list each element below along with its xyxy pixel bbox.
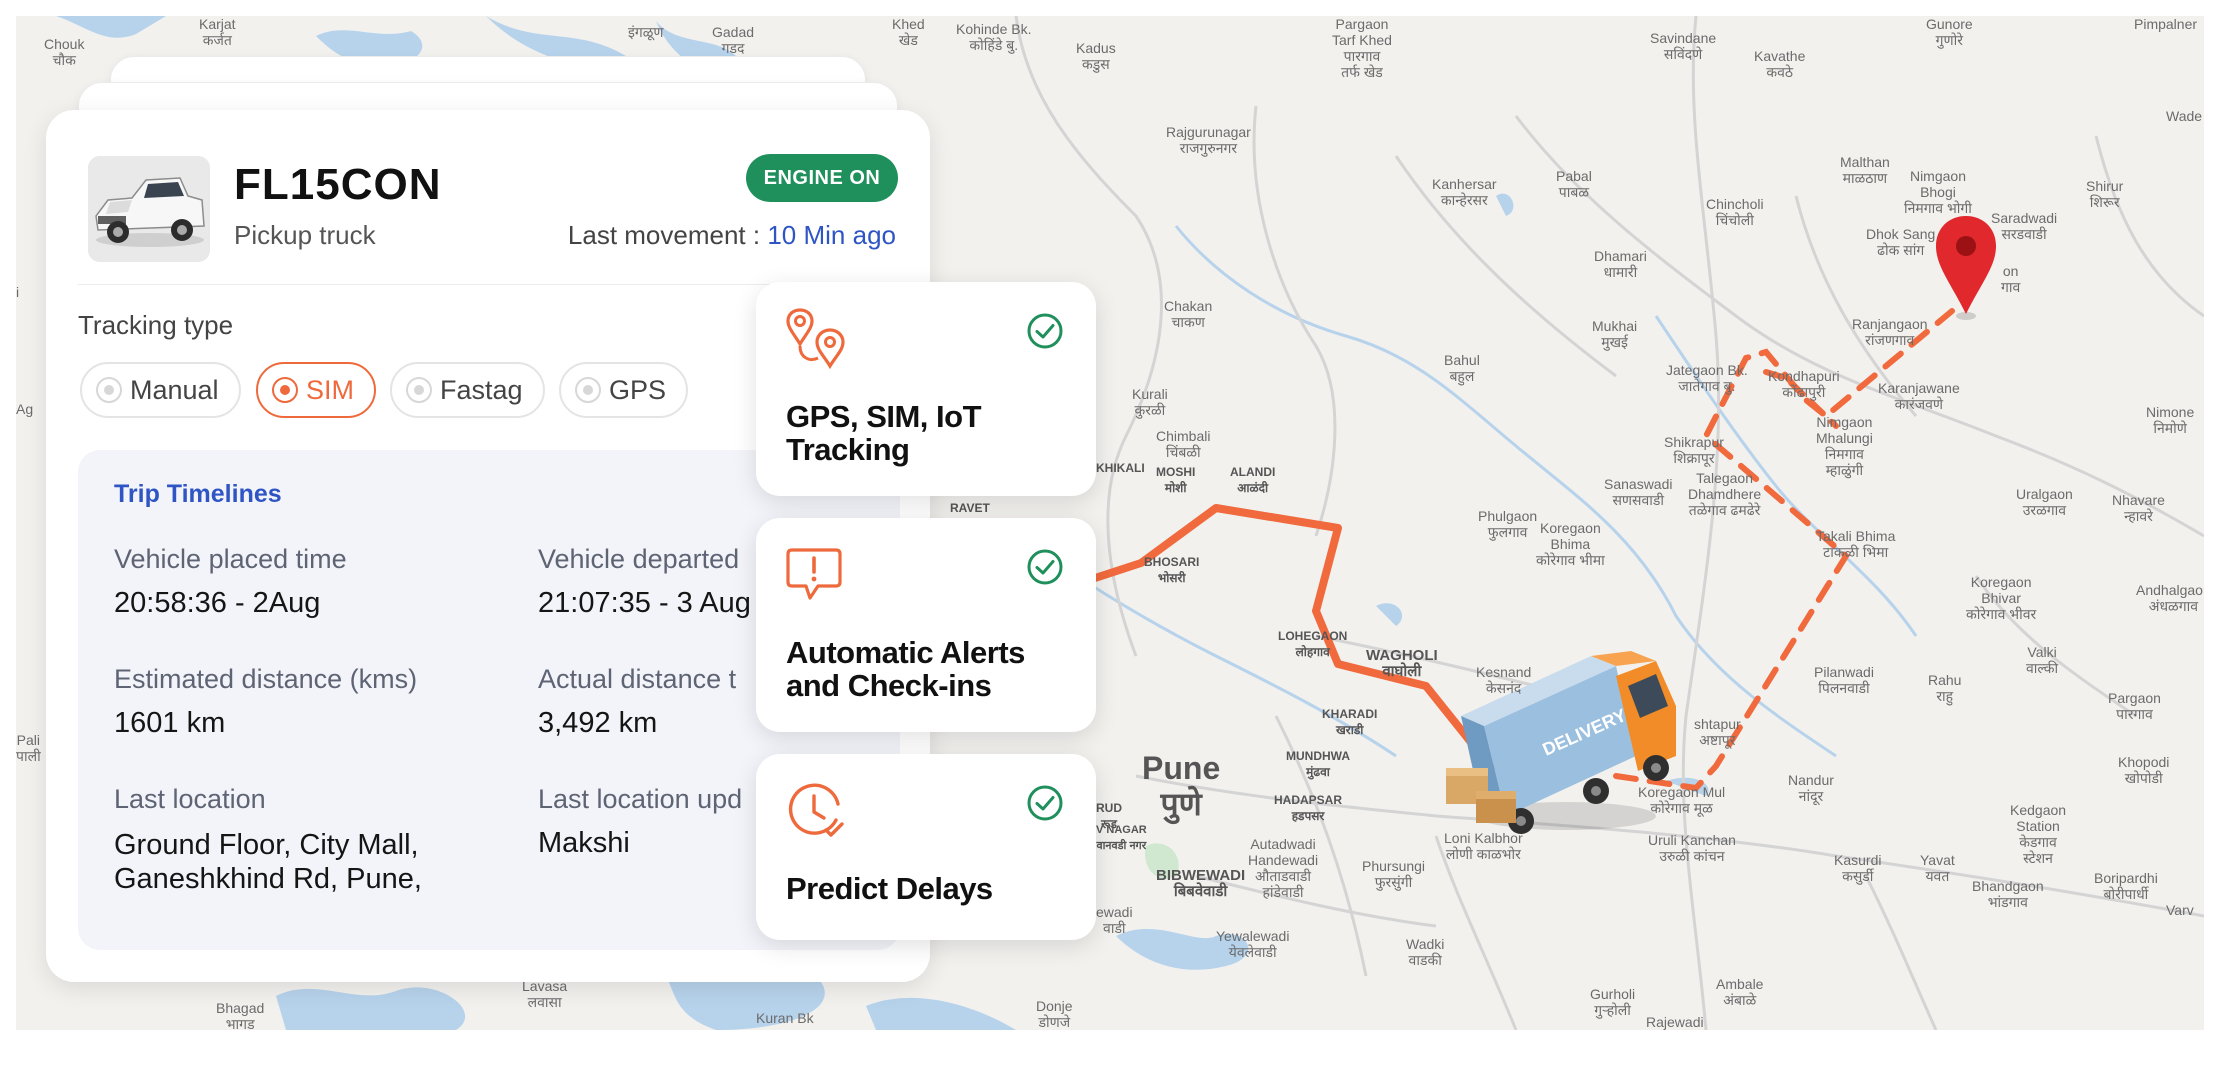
last-movement: Last movement : 10 Min ago <box>568 220 896 251</box>
pickup-truck-photo <box>88 156 210 262</box>
last-location-line2: Ganeshkhind Rd, Pune, <box>114 863 422 895</box>
clock-icon <box>788 783 844 837</box>
vehicle-placed-label: Vehicle placed time <box>114 544 347 574</box>
estimated-distance-label: Estimated distance (kms) <box>114 664 418 694</box>
vehicle-type: Pickup truck <box>234 220 376 250</box>
feature-title: GPS, SIM, IoT Tracking <box>786 400 1076 466</box>
last-location-update-value: Makshi <box>538 827 630 859</box>
radio-selected-icon <box>272 377 298 403</box>
last-location-update-label: Last location upd <box>538 784 743 814</box>
feature-card-tracking[interactable]: GPS, SIM, IoT Tracking <box>756 282 1096 496</box>
feature-card-delays[interactable]: Predict Delays <box>756 754 1096 940</box>
engine-status-badge: ENGINE ON <box>746 154 898 202</box>
location-pins-icon <box>786 308 845 370</box>
tracking-option-sim[interactable]: SIM <box>256 362 377 418</box>
feature-card-alerts[interactable]: Automatic Alerts and Check-ins <box>756 518 1096 732</box>
tracking-option-manual[interactable]: Manual <box>80 362 241 418</box>
actual-distance-value: 3,492 km <box>538 707 658 739</box>
trip-timeline-title: Trip Timelines <box>114 480 282 508</box>
tracking-type-title: Tracking type <box>78 310 234 340</box>
vehicle-thumbnail <box>88 156 210 262</box>
rivers <box>1015 225 1918 758</box>
vehicle-placed-value: 20:58:36 - 2Aug <box>114 587 321 619</box>
radio-icon <box>96 377 122 403</box>
last-location-label: Last location <box>114 784 266 814</box>
check-circle-icon <box>1027 785 1063 821</box>
last-movement-label: Last movement : <box>567 220 761 250</box>
check-circle-icon <box>1027 313 1063 349</box>
feature-title-line: Tracking <box>786 432 910 467</box>
actual-distance-label: Actual distance t <box>538 664 737 694</box>
tracking-option-label: Manual <box>130 375 219 405</box>
vehicle-departed-value: 21:07:35 - 3 Aug <box>538 587 751 619</box>
vehicle-departed-label: Vehicle departed <box>538 544 740 574</box>
radio-icon <box>575 377 601 403</box>
feature-title-line: and Check-ins <box>786 668 992 703</box>
feature-title: Automatic Alerts and Check-ins <box>786 636 1076 702</box>
vehicle-plate: FL15CON <box>234 160 442 209</box>
tracking-option-fastag[interactable]: Fastag <box>390 362 545 418</box>
feature-title-line: Automatic Alerts <box>786 635 1025 670</box>
last-movement-value: 10 Min ago <box>767 220 896 250</box>
tracking-option-label: GPS <box>609 375 667 405</box>
estimated-distance-value: 1601 km <box>114 707 226 739</box>
feature-title-line: GPS, SIM, IoT <box>786 399 982 434</box>
destination-pin-icon[interactable] <box>1936 216 1996 320</box>
tracking-option-label: Fastag <box>440 375 523 405</box>
last-location-line1: Ground Floor, City Mall, <box>114 829 419 861</box>
last-location-value: Ground Floor, City Mall, Ganeshkhind Rd,… <box>114 828 422 896</box>
alert-bubble-icon <box>786 548 842 600</box>
tracking-option-label: SIM <box>306 375 355 405</box>
check-circle-icon <box>1027 549 1063 585</box>
radio-icon <box>406 377 432 403</box>
feature-title: Predict Delays <box>786 872 1076 905</box>
tracking-option-gps[interactable]: GPS <box>559 362 689 418</box>
feature-title-line: Predict Delays <box>786 871 993 906</box>
